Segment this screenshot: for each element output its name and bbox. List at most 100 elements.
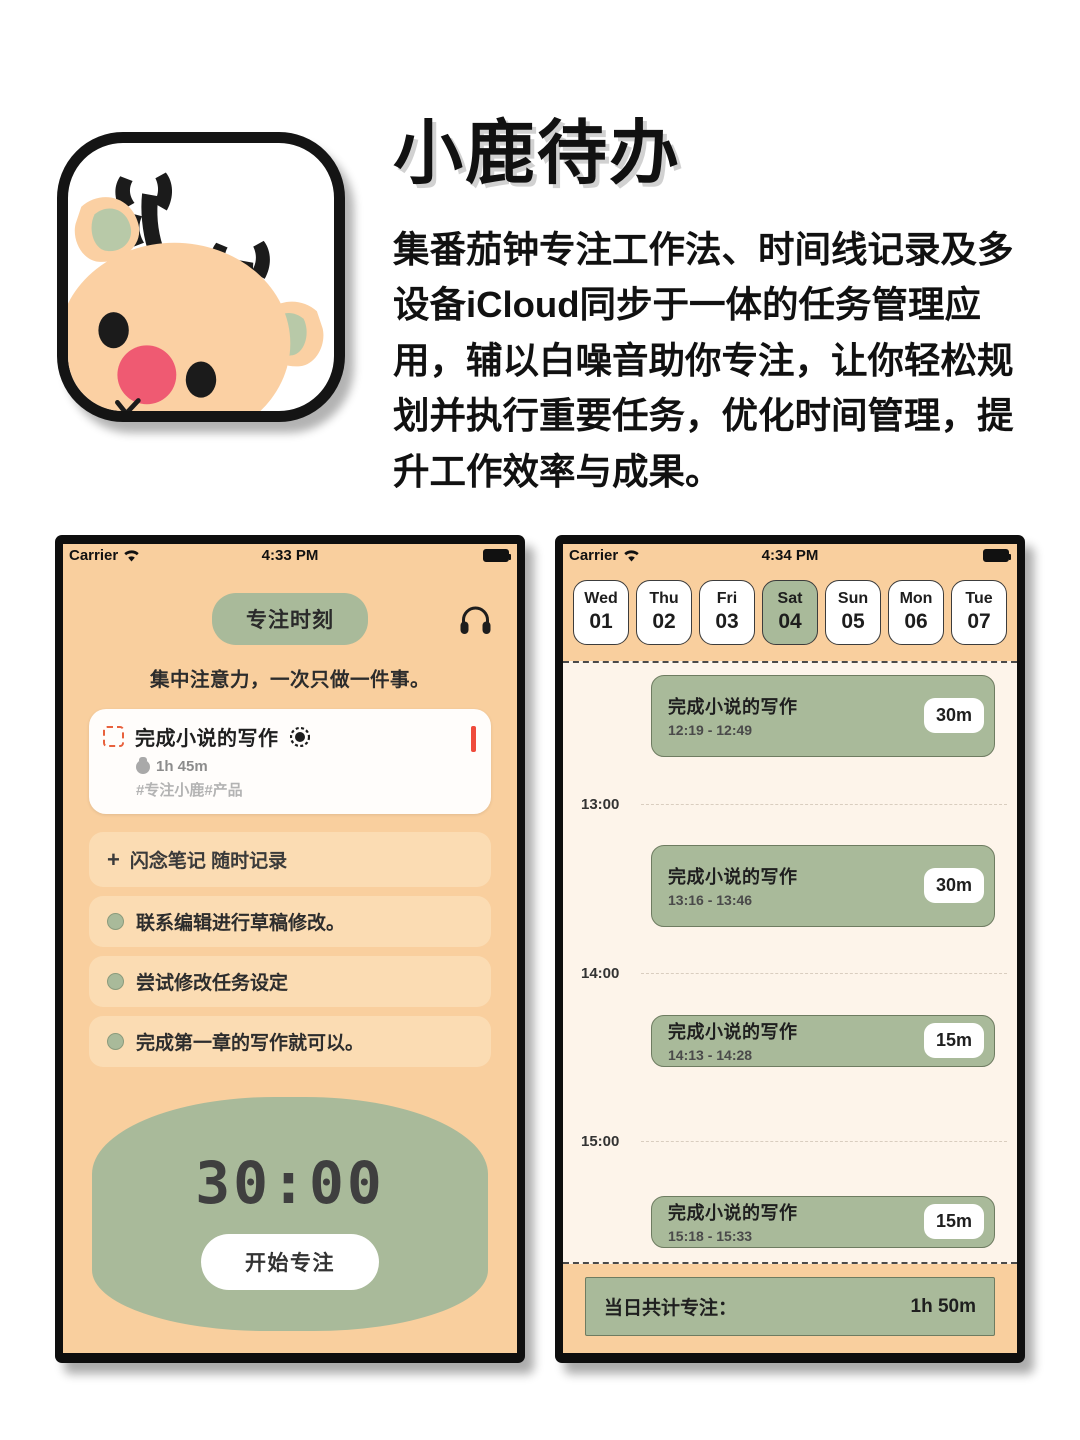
day-name: Sat	[777, 590, 803, 607]
timeline-event-title: 完成小说的写作	[668, 867, 798, 888]
tomato-icon	[136, 756, 150, 774]
todo-checkbox-icon[interactable]	[107, 1033, 124, 1050]
status-right	[983, 548, 1011, 562]
hour-dashed-line	[641, 972, 1007, 974]
timeline-event[interactable]: 完成小说的写作 12:19 - 12:49 30m	[651, 674, 995, 757]
carrier-label: Carrier	[569, 546, 619, 564]
day-chip-fri[interactable]: Fri 03	[699, 580, 755, 645]
daily-total-value: 1h 50m	[910, 1295, 976, 1317]
carrier-label: Carrier	[69, 546, 119, 564]
hour-label: 15:00	[581, 1132, 620, 1150]
quick-note-label: 闪念笔记 随时记录	[129, 851, 288, 872]
daily-total-label: 当日共计专注：	[604, 1298, 738, 1319]
day-number: 01	[589, 609, 613, 633]
target-icon[interactable]	[289, 726, 310, 747]
deer-illustration	[68, 172, 324, 411]
right-screen: Carrier 4:34 PM Wed 01 Thu 02 Fri 03 Sat…	[563, 544, 1017, 1353]
list-item[interactable]: 尝试修改任务设定	[89, 956, 491, 1007]
battery-icon	[983, 548, 1011, 562]
day-chip-wed[interactable]: Wed 01	[573, 580, 629, 645]
timer-digits: 30:00	[195, 1149, 385, 1217]
timeline-event[interactable]: 完成小说的写作 14:13 - 14:28 15m	[651, 1014, 995, 1067]
day-chip-tue[interactable]: Tue 07	[951, 580, 1007, 645]
timeline-event-time: 12:19 - 12:49	[668, 722, 753, 739]
todo-label: 联系编辑进行草稿修改。	[136, 913, 346, 934]
daily-total-bar: 当日共计专注： 1h 50m	[563, 1264, 1017, 1353]
day-number: 07	[967, 609, 991, 633]
status-right	[483, 548, 511, 562]
daily-total-inner: 当日共计专注： 1h 50m	[585, 1277, 995, 1336]
todo-label: 完成第一章的写作就可以。	[136, 1033, 365, 1054]
day-selector: Wed 01 Thu 02 Fri 03 Sat 04 Sun 05 Mon 0…	[563, 566, 1017, 661]
day-chip-sat-selected[interactable]: Sat 04	[762, 580, 818, 645]
dashed-checkbox-icon[interactable]	[103, 726, 124, 747]
task-duration-row: 1h 45m	[136, 756, 477, 775]
day-chip-mon[interactable]: Mon 06	[888, 580, 944, 645]
day-number: 06	[904, 609, 928, 633]
timeline-event-time: 13:16 - 13:46	[668, 892, 753, 909]
headphone-icon[interactable]	[455, 599, 495, 639]
timeline-event-title: 完成小说的写作	[668, 1022, 798, 1043]
hour-dashed-line	[641, 1140, 1007, 1142]
todo-checkbox-icon[interactable]	[107, 973, 124, 990]
plus-icon: +	[107, 846, 120, 872]
timeline-event-time: 14:13 - 14:28	[668, 1047, 753, 1064]
phone-mockup-left: Carrier 4:33 PM 专注时刻 集中注意力，一次只做一件事。 完成小说…	[55, 535, 525, 1363]
timeline-event-text: 完成小说的写作 15:18 - 15:33	[668, 1199, 924, 1244]
battery-icon	[483, 548, 511, 562]
task-duration: 1h 45m	[156, 758, 208, 775]
timeline-event-duration-badge: 15m	[923, 1023, 984, 1059]
status-left: Carrier	[569, 547, 640, 564]
hour-dashed-line	[641, 803, 1007, 805]
day-chip-thu[interactable]: Thu 02	[636, 580, 692, 645]
phone-mockup-right: Carrier 4:34 PM Wed 01 Thu 02 Fri 03 Sat…	[555, 535, 1025, 1363]
quick-note-row[interactable]: + 闪念笔记 随时记录	[89, 832, 491, 887]
timer-section: 30:00 开始专注	[63, 1083, 517, 1353]
day-number: 04	[778, 609, 802, 633]
day-chip-sun[interactable]: Sun 05	[825, 580, 881, 645]
focus-subtitle: 集中注意力，一次只做一件事。	[149, 669, 430, 691]
timeline-event-title: 完成小说的写作	[668, 1203, 798, 1224]
list-item[interactable]: 完成第一章的写作就可以。	[89, 1016, 491, 1067]
hour-gridline: 13:00	[563, 796, 1017, 813]
day-name: Tue	[965, 590, 993, 607]
left-status-bar: Carrier 4:33 PM	[63, 544, 517, 566]
day-name: Fri	[716, 590, 738, 607]
task-title: 完成小说的写作	[135, 728, 279, 750]
todo-checkbox-icon[interactable]	[107, 913, 124, 930]
day-name: Sun	[837, 590, 869, 607]
hour-label: 14:00	[581, 964, 620, 982]
timeline-event-duration-badge: 30m	[923, 698, 984, 734]
app-icon-container	[57, 132, 345, 422]
focus-mode-pill[interactable]: 专注时刻	[212, 593, 368, 645]
hour-gridline: 14:00	[563, 965, 1017, 982]
wifi-icon	[123, 549, 140, 562]
day-name: Mon	[899, 590, 933, 607]
timeline[interactable]: 13:00 14:00 15:00 完成小说的写作 12:19 - 12:49	[563, 660, 1017, 1264]
day-number: 02	[652, 609, 676, 633]
left-screen: Carrier 4:33 PM 专注时刻 集中注意力，一次只做一件事。 完成小说…	[63, 544, 517, 1353]
wifi-icon	[623, 549, 640, 562]
timeline-event-duration-badge: 15m	[923, 1204, 984, 1240]
day-number: 05	[841, 609, 865, 633]
page-title: 小鹿待办	[393, 114, 681, 192]
task-tags: #专注小鹿#产品	[136, 782, 243, 799]
day-number: 03	[715, 609, 739, 633]
right-status-bar: Carrier 4:34 PM	[563, 544, 1017, 566]
timeline-event-text: 完成小说的写作 12:19 - 12:49	[668, 693, 924, 738]
hour-gridline: 15:00	[563, 1133, 1017, 1150]
focus-header: 专注时刻	[63, 593, 517, 645]
hero-section: 小鹿待办 集番茄钟专注工作法、时间线记录及多设备iCloud同步于一体的任务管理…	[0, 118, 1080, 508]
day-name: Wed	[584, 590, 618, 607]
day-name: Thu	[649, 590, 679, 607]
task-card-header: 完成小说的写作	[103, 722, 477, 751]
timeline-event[interactable]: 完成小说的写作 13:16 - 13:46 30m	[651, 844, 995, 927]
timer-content: 30:00 开始专注	[195, 1154, 385, 1290]
timeline-event-text: 完成小说的写作 14:13 - 14:28	[668, 1018, 924, 1063]
timeline-event[interactable]: 完成小说的写作 15:18 - 15:33 15m	[651, 1195, 995, 1248]
start-focus-button[interactable]: 开始专注	[200, 1234, 379, 1290]
list-item[interactable]: 联系编辑进行草稿修改。	[89, 896, 491, 947]
task-card[interactable]: 完成小说的写作 1h 45m #专注小鹿#产品	[89, 709, 491, 814]
timeline-event-text: 完成小说的写作 13:16 - 13:46	[668, 863, 924, 908]
priority-flag-icon	[471, 726, 476, 752]
